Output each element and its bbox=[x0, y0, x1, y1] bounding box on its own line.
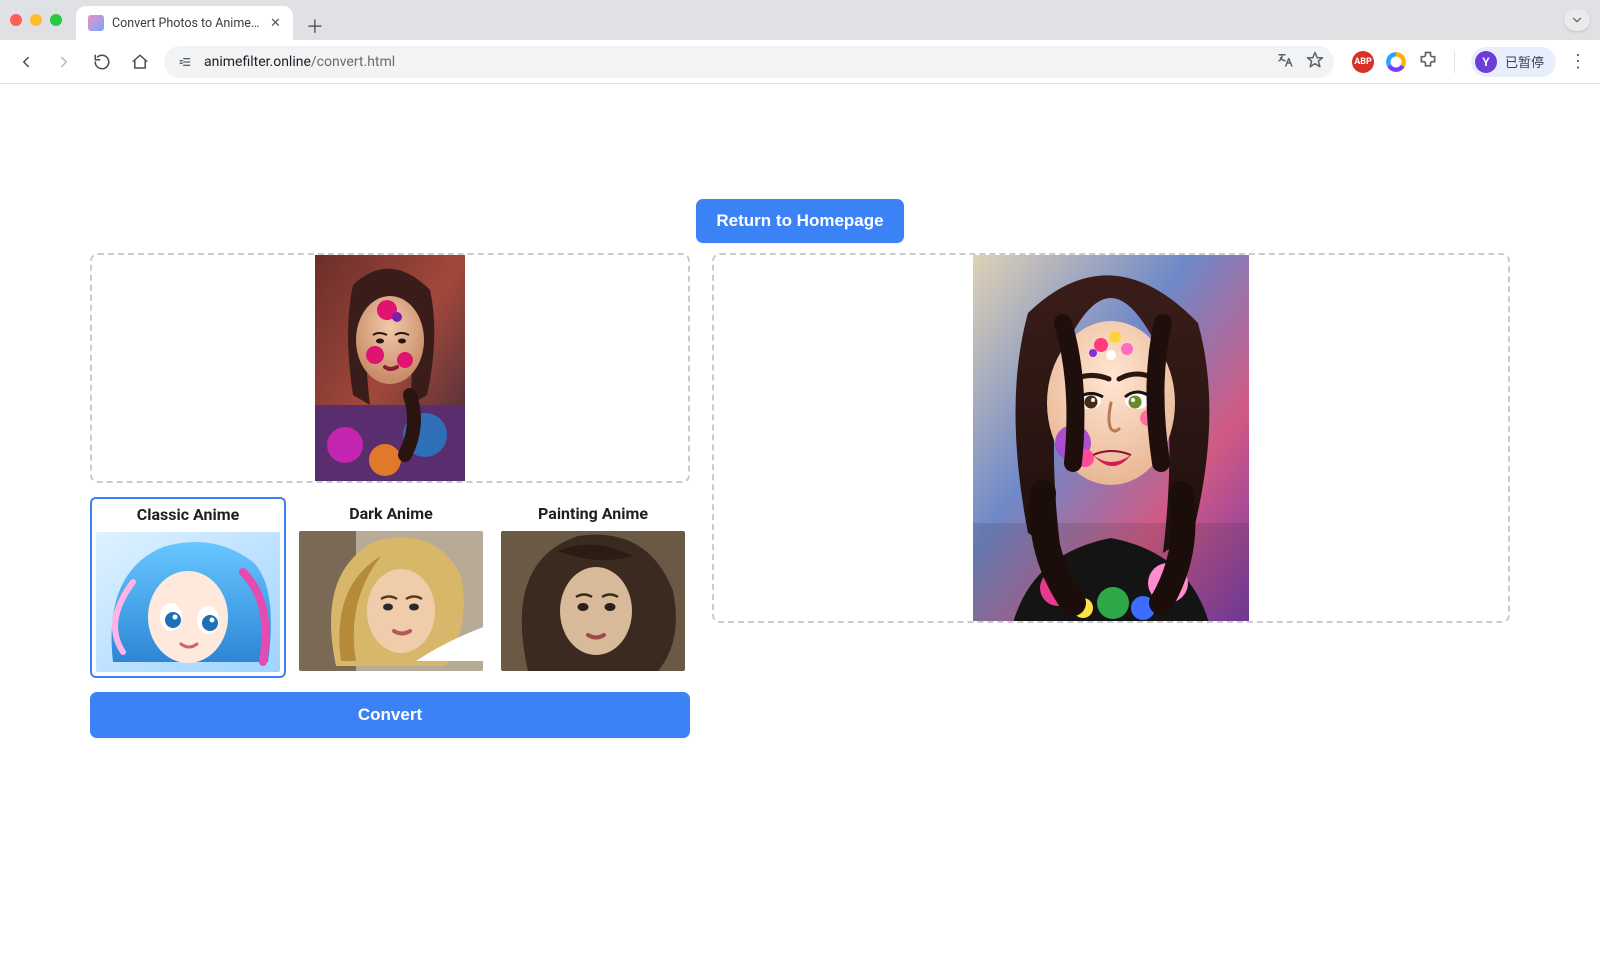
extensions-button[interactable] bbox=[1418, 50, 1438, 74]
browser-chrome: Convert Photos to Anime Styl ✕ ＋ anim bbox=[0, 0, 1600, 84]
bookmark-icon[interactable] bbox=[1306, 51, 1324, 73]
translate-icon[interactable] bbox=[1276, 51, 1294, 73]
tab-favicon bbox=[88, 15, 104, 31]
address-bar[interactable]: animefilter.online/convert.html bbox=[164, 46, 1334, 78]
nav-back-button[interactable] bbox=[12, 48, 40, 76]
output-image bbox=[973, 253, 1249, 623]
tabs-dropdown-button[interactable] bbox=[1564, 9, 1590, 31]
convert-button[interactable]: Convert bbox=[90, 692, 690, 738]
style-card-dark[interactable]: Dark Anime bbox=[294, 497, 488, 678]
close-window-button[interactable] bbox=[10, 14, 22, 26]
maximize-window-button[interactable] bbox=[50, 14, 62, 26]
style-card-classic[interactable]: Classic Anime bbox=[90, 497, 286, 678]
close-tab-icon[interactable]: ✕ bbox=[270, 16, 281, 31]
page-content: Return to Homepage bbox=[0, 84, 1600, 798]
tab-title: Convert Photos to Anime Styl bbox=[112, 16, 262, 31]
window-controls bbox=[10, 14, 70, 26]
chevron-down-icon bbox=[1570, 13, 1584, 27]
adblock-extension-icon[interactable]: ABP bbox=[1352, 51, 1374, 73]
style-card-painting[interactable]: Painting Anime bbox=[496, 497, 690, 678]
extensions-area: ABP Y 已暂停 ⋮ bbox=[1352, 47, 1588, 77]
left-column: Classic Anime bbox=[90, 253, 690, 738]
style-selector: Classic Anime bbox=[90, 497, 690, 678]
profile-status: 已暂停 bbox=[1505, 52, 1544, 71]
new-tab-button[interactable]: ＋ bbox=[301, 12, 329, 40]
minimize-window-button[interactable] bbox=[30, 14, 42, 26]
style-label: Painting Anime bbox=[501, 504, 685, 523]
style-thumb-painting bbox=[501, 531, 685, 671]
browser-menu-button[interactable]: ⋮ bbox=[1568, 51, 1588, 72]
style-label: Classic Anime bbox=[96, 505, 280, 524]
style-thumb-classic bbox=[96, 532, 280, 672]
return-home-button[interactable]: Return to Homepage bbox=[696, 199, 903, 243]
source-image bbox=[315, 255, 465, 481]
toolbar: animefilter.online/convert.html ABP Y 已暂… bbox=[0, 40, 1600, 84]
profile-chip[interactable]: Y 已暂停 bbox=[1471, 47, 1556, 77]
style-thumb-dark bbox=[299, 531, 483, 671]
profile-avatar: Y bbox=[1475, 51, 1497, 73]
style-label: Dark Anime bbox=[299, 504, 483, 523]
home-button[interactable] bbox=[126, 48, 154, 76]
tab-strip: Convert Photos to Anime Styl ✕ ＋ bbox=[76, 0, 329, 40]
browser-tab-active[interactable]: Convert Photos to Anime Styl ✕ bbox=[76, 6, 293, 40]
nav-forward-button[interactable] bbox=[50, 48, 78, 76]
reload-button[interactable] bbox=[88, 48, 116, 76]
input-image-dropzone[interactable] bbox=[90, 253, 690, 483]
separator bbox=[1454, 51, 1455, 73]
output-image-box bbox=[712, 253, 1510, 623]
url-text: animefilter.online/convert.html bbox=[204, 54, 395, 70]
right-column bbox=[712, 253, 1510, 623]
titlebar: Convert Photos to Anime Styl ✕ ＋ bbox=[0, 0, 1600, 40]
site-settings-icon[interactable] bbox=[174, 51, 196, 73]
extension-icon[interactable] bbox=[1386, 52, 1406, 72]
